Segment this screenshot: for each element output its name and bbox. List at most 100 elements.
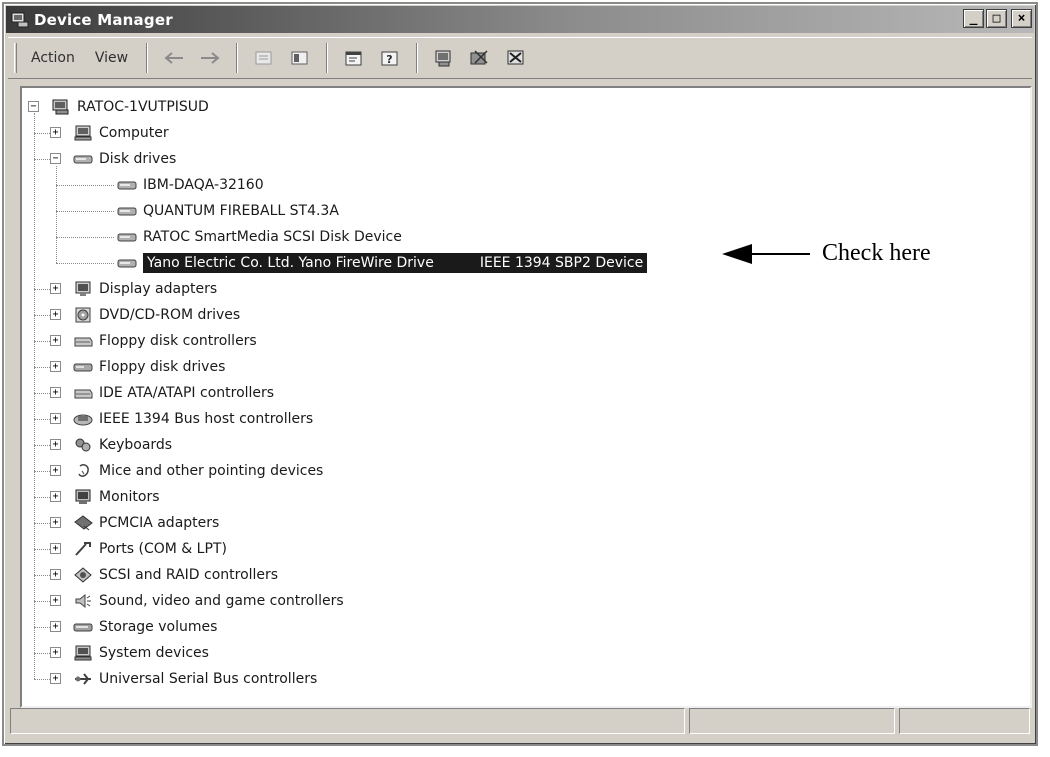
- tree-category[interactable]: System devices: [72, 640, 209, 666]
- tree-category[interactable]: IEEE 1394 Bus host controllers: [72, 406, 313, 432]
- root-computer-icon: [50, 98, 72, 116]
- tree-category[interactable]: IDE ATA/ATAPI controllers: [72, 380, 274, 406]
- tree-connector: [34, 523, 50, 524]
- window-title: Device Manager: [34, 10, 173, 29]
- tree-item-label: DVD/CD-ROM drives: [99, 307, 241, 323]
- tree-item[interactable]: RATOC SmartMedia SCSI Disk Device: [116, 224, 402, 250]
- expand-icon[interactable]: +: [50, 465, 61, 476]
- keyboard-icon: [72, 436, 94, 454]
- properties-icon[interactable]: [341, 45, 367, 71]
- collapse-icon[interactable]: −: [50, 153, 61, 164]
- tree-category[interactable]: Universal Serial Bus controllers: [72, 666, 317, 692]
- system-icon: [72, 644, 94, 662]
- tree-category[interactable]: Floppy disk drives: [72, 354, 225, 380]
- floppy-icon: [72, 358, 94, 376]
- uninstall-icon[interactable]: [503, 45, 529, 71]
- tree-item-label: Display adapters: [99, 281, 218, 297]
- expand-icon[interactable]: +: [50, 387, 61, 398]
- tree-category[interactable]: Ports (COM & LPT): [72, 536, 227, 562]
- tree-item-label: Yano Electric Co. Ltd. Yano FireWire Dri…: [147, 255, 434, 271]
- tree-category[interactable]: Mice and other pointing devices: [72, 458, 323, 484]
- update-driver-icon[interactable]: [467, 45, 493, 71]
- expand-icon[interactable]: +: [50, 413, 61, 424]
- tree-item-label: Ports (COM & LPT): [99, 541, 227, 557]
- menu-view[interactable]: View: [85, 46, 138, 70]
- tree-item-label: Storage volumes: [99, 619, 218, 635]
- callout-text: Check here: [822, 240, 931, 266]
- help-icon[interactable]: ?: [377, 45, 403, 71]
- tree-category[interactable]: Storage volumes: [72, 614, 217, 640]
- disk-drive-icon: [116, 176, 138, 194]
- tree-connector: [34, 575, 50, 576]
- tree-connector: [56, 237, 114, 238]
- forward-arrow-icon[interactable]: [197, 45, 223, 71]
- tree-connector: [34, 497, 50, 498]
- expand-icon[interactable]: +: [50, 517, 61, 528]
- tree-item-label: RATOC SmartMedia SCSI Disk Device: [143, 229, 402, 245]
- tree-category[interactable]: SCSI and RAID controllers: [72, 562, 278, 588]
- close-button[interactable]: ×: [1011, 9, 1032, 28]
- tree-item-label: IEEE 1394 Bus host controllers: [99, 411, 314, 427]
- scan-hardware-icon[interactable]: [431, 45, 457, 71]
- tree-category[interactable]: Monitors: [72, 484, 160, 510]
- tree-item-label: Sound, video and game controllers: [99, 593, 344, 609]
- expand-icon[interactable]: +: [50, 621, 61, 632]
- expand-icon[interactable]: +: [50, 335, 61, 346]
- tree-connector: [56, 263, 114, 264]
- tree-item[interactable]: QUANTUM FIREBALL ST4.3A: [116, 198, 339, 224]
- expand-icon[interactable]: +: [50, 309, 61, 320]
- tree-connector: [34, 113, 35, 679]
- tree-connector: [34, 289, 50, 290]
- tree-connector: [34, 393, 50, 394]
- collapse-icon[interactable]: −: [28, 101, 39, 112]
- maximize-button[interactable]: □: [986, 9, 1007, 28]
- monitor-icon: [72, 488, 94, 506]
- tree-root[interactable]: RATOC-1VUTPISUD: [50, 94, 209, 120]
- tree-category[interactable]: Computer: [72, 120, 169, 146]
- device-type-label: IEEE 1394 SBP2 Device: [479, 255, 644, 271]
- expand-icon[interactable]: +: [50, 127, 61, 138]
- expand-icon[interactable]: +: [50, 439, 61, 450]
- tree-item[interactable]: IBM-DAQA-32160: [116, 172, 264, 198]
- tree-item-label: Disk drives: [99, 151, 177, 167]
- expand-icon[interactable]: +: [50, 491, 61, 502]
- tree-category[interactable]: Display adapters: [72, 276, 217, 302]
- up-folder-icon[interactable]: [251, 45, 277, 71]
- expand-icon[interactable]: +: [50, 647, 61, 658]
- expand-icon[interactable]: +: [50, 569, 61, 580]
- device-tree-panel[interactable]: RATOC-1VUTPISUD − Computer + Disk drives − IBM…: [20, 86, 1032, 708]
- expand-icon[interactable]: +: [50, 543, 61, 554]
- title-bar[interactable]: Device Manager _ □ ×: [6, 6, 1034, 33]
- status-pane-main: [10, 708, 685, 734]
- expand-icon[interactable]: +: [50, 361, 61, 372]
- tree-category[interactable]: Floppy disk controllers: [72, 328, 257, 354]
- tree-category[interactable]: DVD/CD-ROM drives: [72, 302, 240, 328]
- tree-connector: [34, 315, 50, 316]
- tree-connector: [34, 419, 50, 420]
- minimize-button[interactable]: _: [963, 9, 984, 28]
- tree-connector: [56, 185, 114, 186]
- tree-connector: [34, 601, 50, 602]
- tree-connector: [56, 166, 57, 263]
- expand-icon[interactable]: +: [50, 595, 61, 606]
- tree-category[interactable]: Keyboards: [72, 432, 172, 458]
- tree-category[interactable]: Disk drives: [72, 146, 176, 172]
- disk-drive-icon: [116, 202, 138, 220]
- tree-category[interactable]: Sound, video and game controllers: [72, 588, 344, 614]
- tree-connector: [34, 471, 50, 472]
- tree-item-label: QUANTUM FIREBALL ST4.3A: [143, 203, 339, 219]
- toolbar-separator: [236, 43, 239, 73]
- tree-category[interactable]: PCMCIA adapters: [72, 510, 219, 536]
- tree-connector: [34, 627, 50, 628]
- expand-icon[interactable]: +: [50, 673, 61, 684]
- tree-item-selected[interactable]: Yano Electric Co. Ltd. Yano FireWire Dri…: [116, 250, 648, 276]
- controller-icon: [72, 384, 94, 402]
- toolbar-grip[interactable]: [14, 43, 17, 73]
- menu-action[interactable]: Action: [21, 46, 85, 70]
- svg-text:?: ?: [386, 53, 392, 66]
- back-arrow-icon[interactable]: [161, 45, 187, 71]
- tree-item-label: IBM-DAQA-32160: [143, 177, 264, 193]
- show-hide-tree-icon[interactable]: [287, 45, 313, 71]
- tree-connector: [34, 549, 50, 550]
- expand-icon[interactable]: +: [50, 283, 61, 294]
